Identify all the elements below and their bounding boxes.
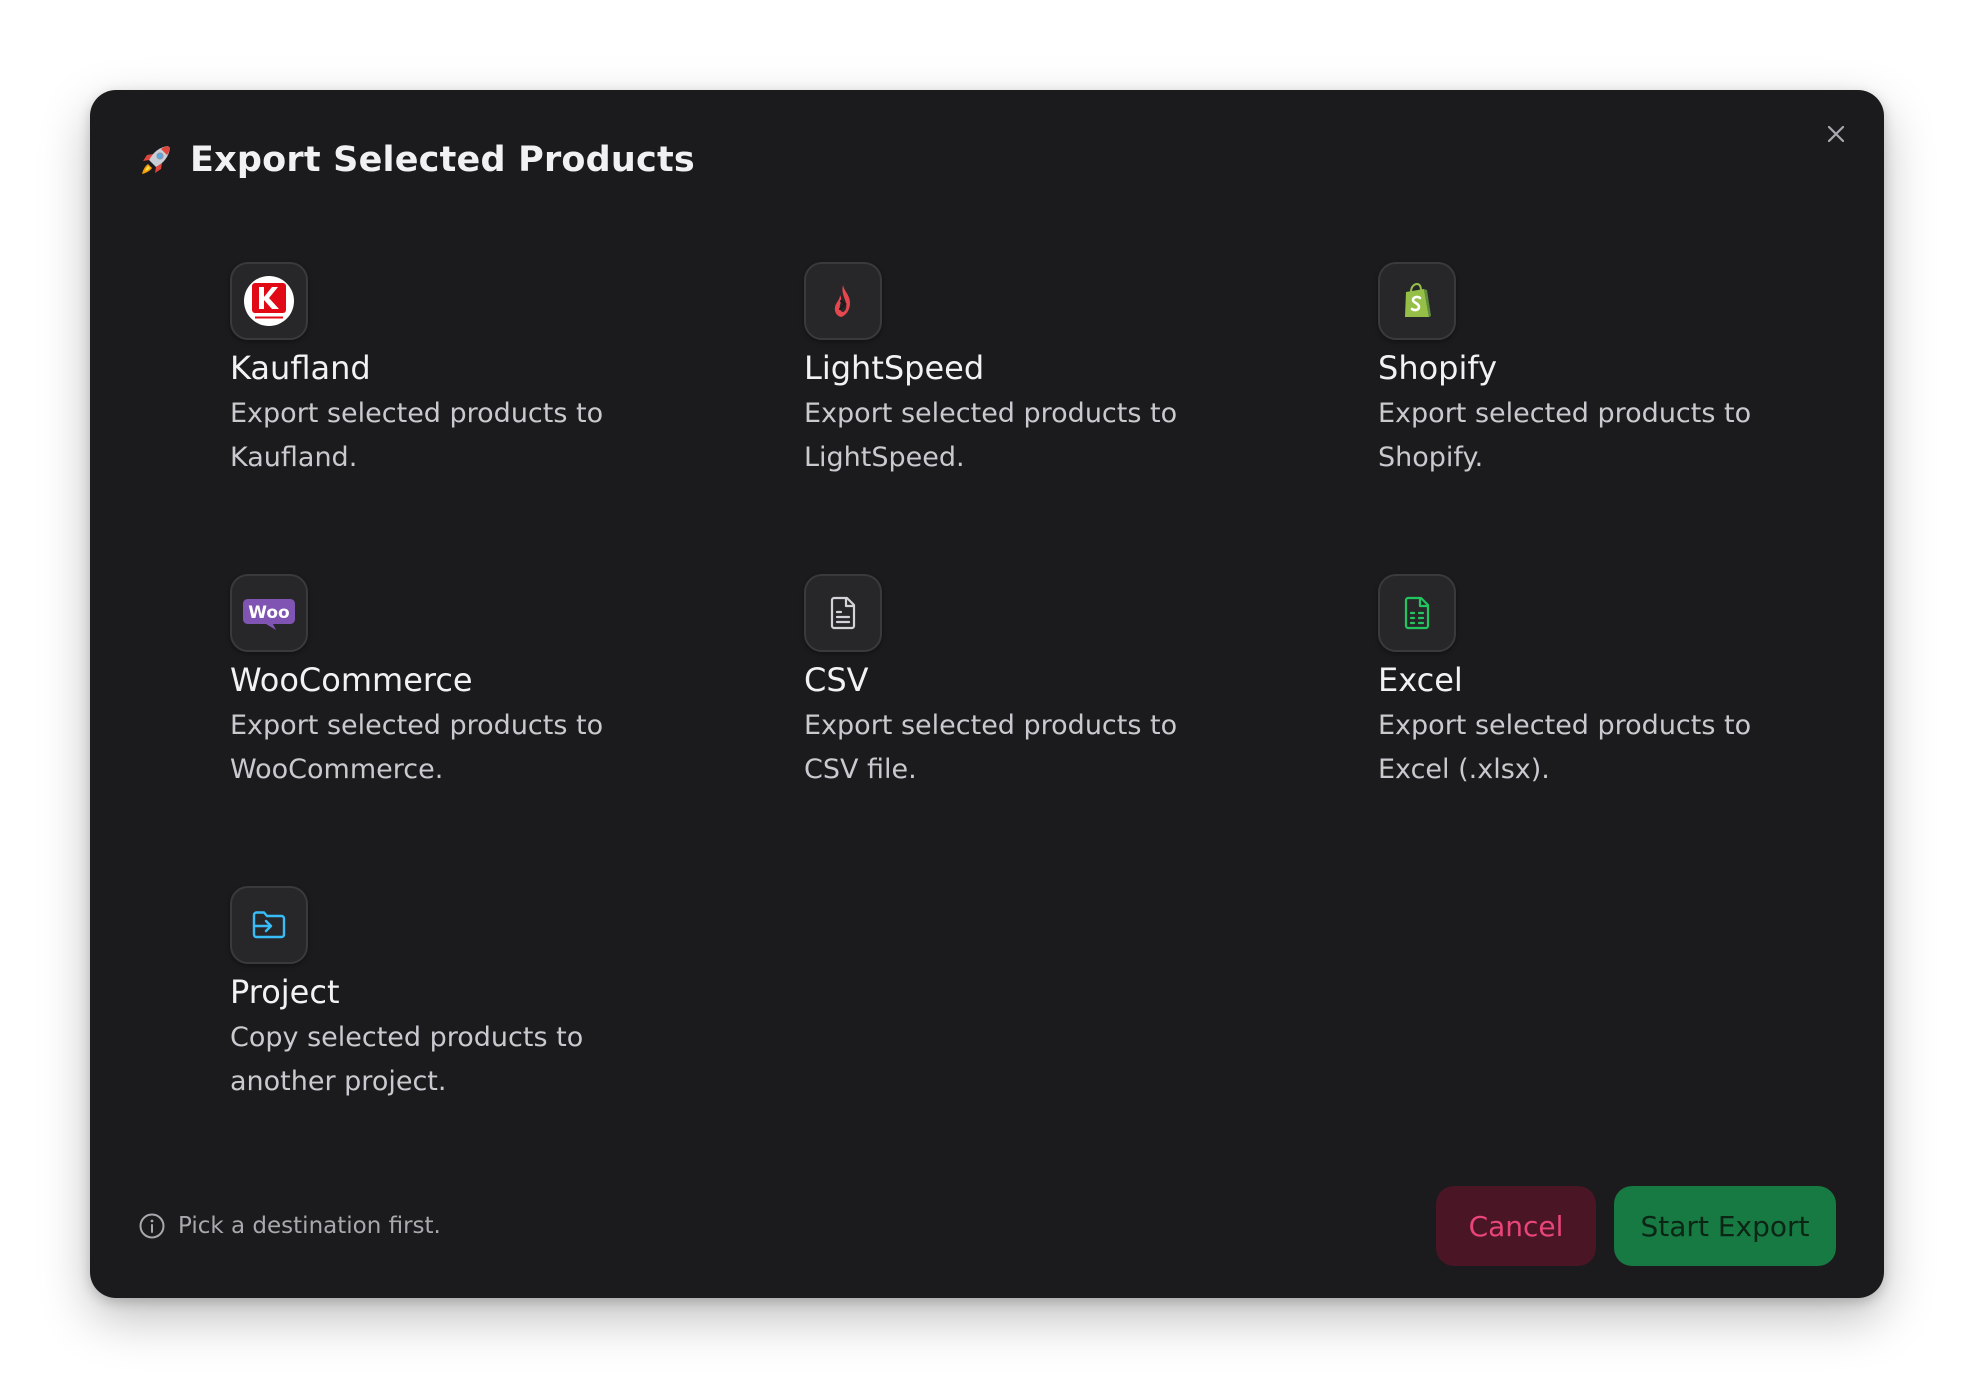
destination-description: Export selected products to Excel (.xlsx… — [1378, 710, 1752, 785]
destination-card-lightspeed[interactable]: LightSpeed Export selected products to L… — [804, 262, 1378, 574]
destination-title: Shopify — [1378, 349, 1498, 387]
start-export-button[interactable]: Start Export — [1614, 1186, 1836, 1266]
destination-icon-box — [230, 886, 308, 964]
destination-description: Export selected products to CSV file. — [804, 710, 1178, 785]
destination-icon-box: Woo — [230, 574, 308, 652]
svg-text:Woo: Woo — [248, 603, 290, 623]
close-button[interactable] — [1816, 114, 1856, 154]
dialog-title: Export Selected Products — [190, 140, 695, 180]
export-dialog: Export Selected Products Kaufland Export… — [90, 90, 1884, 1298]
destination-icon-box — [804, 574, 882, 652]
lightspeed-flame-icon — [834, 285, 850, 317]
footer-hint-text: Pick a destination first. — [178, 1213, 441, 1239]
destination-icon-box — [1378, 262, 1456, 340]
destination-card-shopify[interactable]: Shopify Export selected products to Shop… — [1378, 262, 1790, 574]
dialog-actions: Cancel Start Export — [1436, 1186, 1836, 1266]
destination-card-woocommerce[interactable]: Woo WooCommerce Export selected products… — [230, 574, 804, 886]
info-icon — [139, 1213, 165, 1239]
destination-description: Export selected products to LightSpeed. — [804, 398, 1178, 473]
footer-hint: Pick a destination first. — [138, 1212, 441, 1240]
rocket-icon — [142, 146, 170, 174]
destination-title: WooCommerce — [230, 661, 473, 699]
spreadsheet-file-icon — [1404, 596, 1430, 630]
destination-title: Project — [230, 973, 340, 1011]
destination-title: Excel — [1378, 661, 1463, 699]
cancel-button[interactable]: Cancel — [1436, 1186, 1596, 1266]
file-text-icon — [830, 596, 856, 630]
destination-card-excel[interactable]: Excel Export selected products to Excel … — [1378, 574, 1790, 886]
destination-card-csv[interactable]: CSV Export selected products to CSV file… — [804, 574, 1378, 886]
destination-title: Kaufland — [230, 349, 371, 387]
destination-icon-box — [230, 262, 308, 340]
destination-title: CSV — [804, 661, 869, 699]
kaufland-logo-icon — [244, 276, 294, 326]
destination-card-project[interactable]: Project Copy selected products to anothe… — [230, 886, 804, 1198]
destination-icon-box — [1378, 574, 1456, 652]
woocommerce-logo-icon: Woo — [243, 599, 295, 630]
destination-description: Export selected products to WooCommerce. — [230, 710, 604, 785]
folder-import-icon — [252, 911, 286, 939]
destination-card-kaufland[interactable]: Kaufland Export selected products to Kau… — [230, 262, 804, 574]
destination-description: Export selected products to Shopify. — [1378, 398, 1752, 473]
dialog-header: Export Selected Products — [138, 130, 695, 190]
destination-grid: Kaufland Export selected products to Kau… — [230, 262, 1790, 1198]
destination-description: Copy selected products to another projec… — [230, 1022, 584, 1097]
destination-description: Export selected products to Kaufland. — [230, 398, 604, 473]
destination-icon-box — [804, 262, 882, 340]
shopify-bag-icon — [1405, 282, 1431, 317]
close-icon — [1827, 125, 1845, 143]
destination-title: LightSpeed — [804, 349, 985, 387]
